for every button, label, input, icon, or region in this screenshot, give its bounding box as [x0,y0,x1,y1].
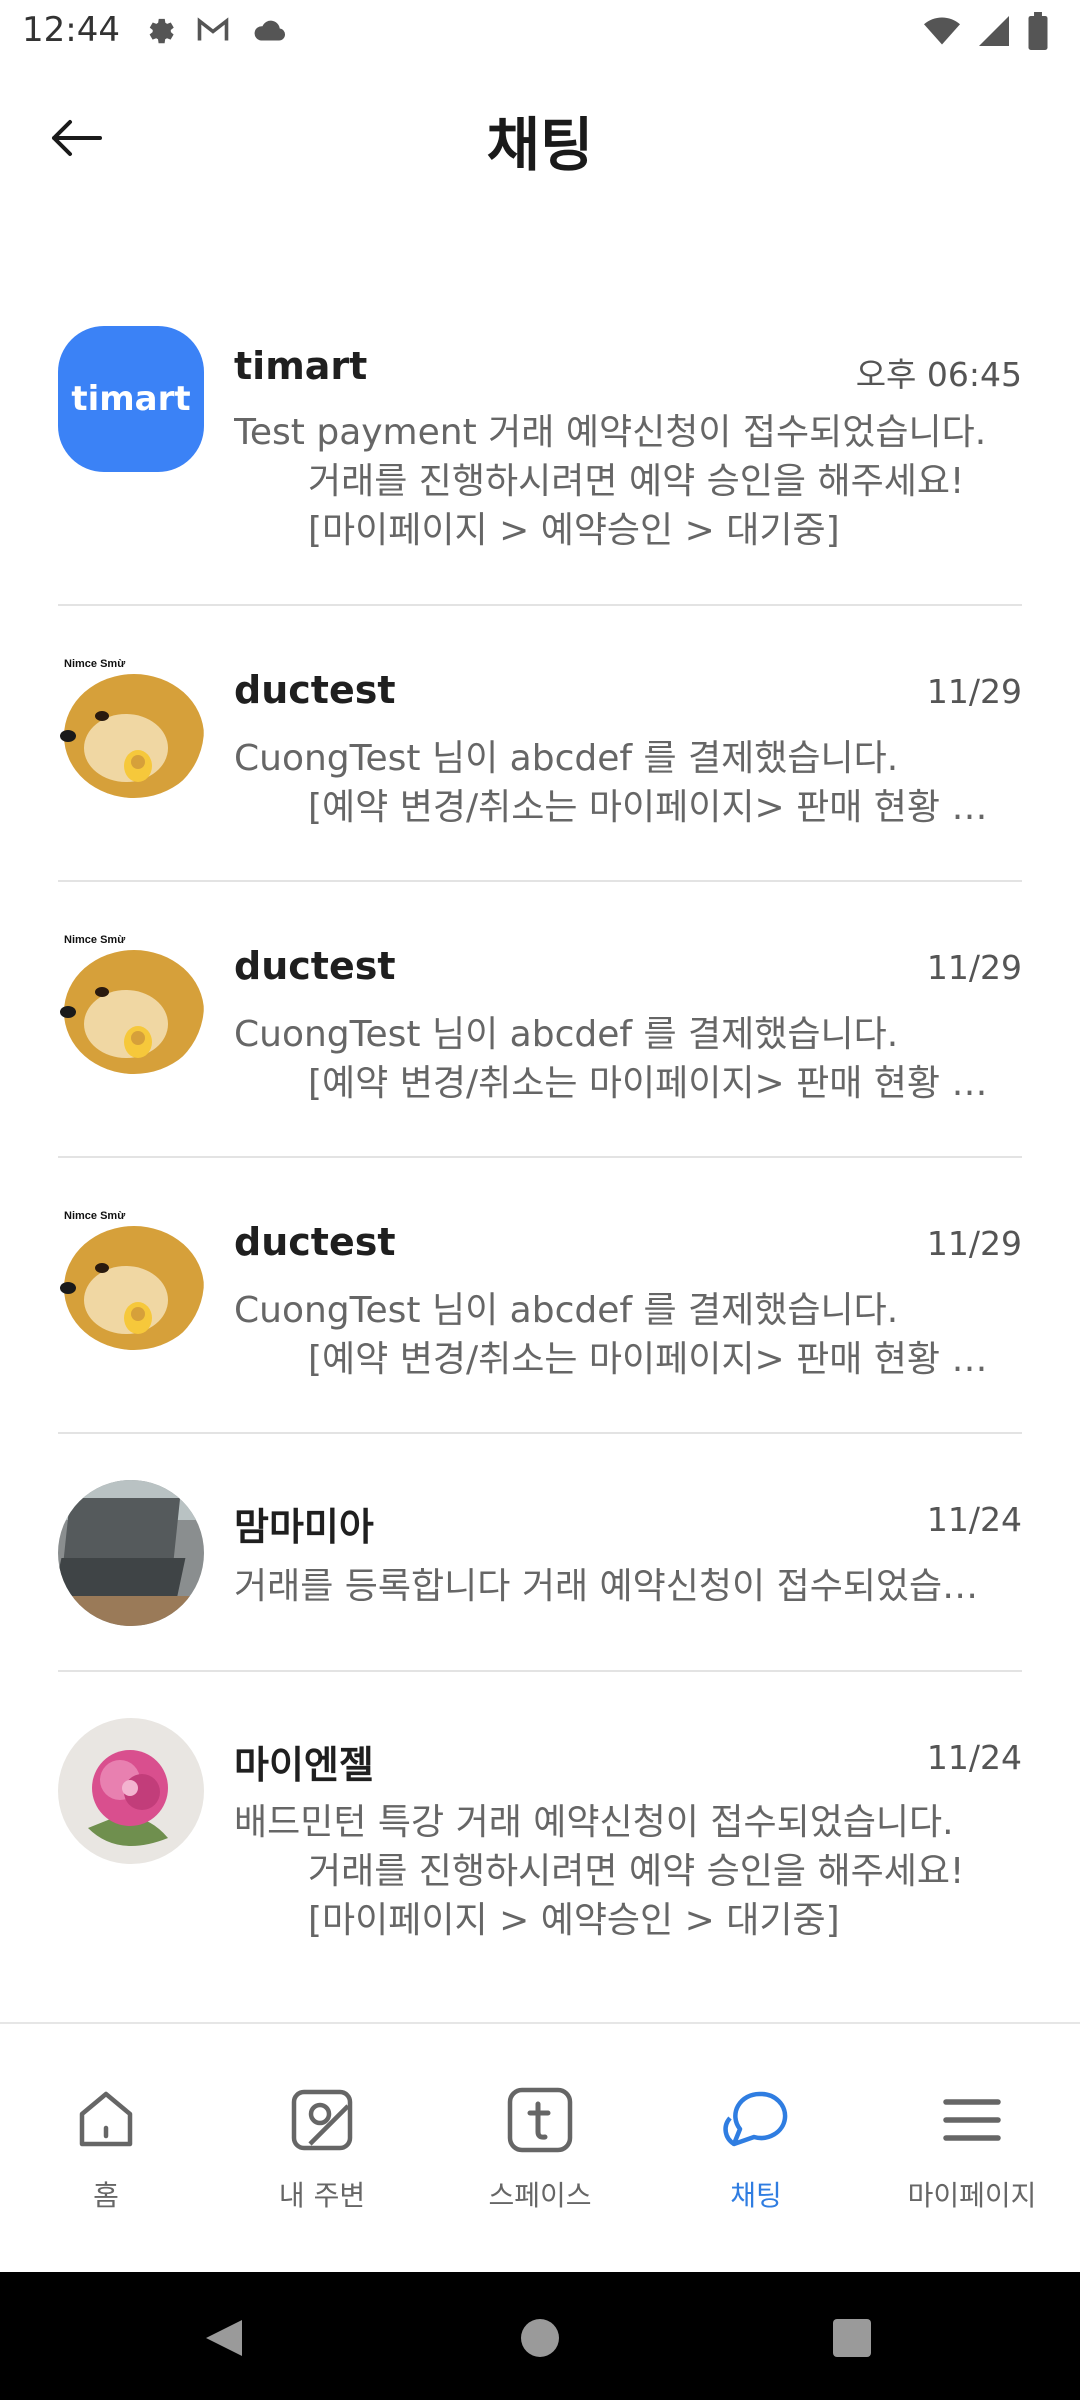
chat-item[interactable]: 맘마미아 11/24 거래를 등록합니다 거래 예약신청이 접수되었습… [58,1434,1022,1672]
chat-item[interactable]: 마이엔젤 11/24 배드민턴 특강 거래 예약신청이 접수되었습니다. 거래를… [58,1672,1022,2002]
chat-list: timart timart 오후 06:45 Test payment 거래 예… [58,300,1022,2002]
avatar-shiba-meme: Nimce Smừ [58,932,204,1078]
chat-message: Test payment 거래 예약신청이 접수되었습니다. 거래를 진행하시려… [234,408,1024,555]
map-icon [291,2089,353,2151]
avatar-caption: Nimce Smừ [64,1210,125,1222]
chat-item[interactable]: timart timart 오후 06:45 Test payment 거래 예… [58,300,1022,606]
system-nav-bar [0,2272,1080,2400]
chat-item[interactable]: Nimce Smừ ductest 11/29 CuongTest 님이 abc… [58,1158,1022,1434]
nav-item-home[interactable]: 홈 [16,2084,196,2214]
message-line: 거래를 진행하시려면 예약 승인을 해주세요! [308,461,965,502]
chat-name: ductest [234,944,396,988]
home-icon [79,2091,133,2147]
status-icons-right [922,12,1050,50]
nav-label: 마이페이지 [907,2179,1037,2212]
avatar-caption: Nimce Smừ [64,658,125,670]
nav-label: 채팅 [730,2179,782,2212]
chat-name: ductest [234,668,396,712]
status-time: 12:44 [22,10,120,50]
chat-time: 11/24 [926,1500,1022,1539]
chat-message: 배드민턴 특강 거래 예약신청이 접수되었습니다. 거래를 진행하시려면 예약 … [234,1798,1024,1945]
message-line: [예약 변경/취소는 마이페이지> 판매 현황 … [308,1339,988,1380]
chat-message: CuongTest 님이 abcdef 를 결제했습니다. [예약 변경/취소는… [234,734,1024,832]
nav-item-mypage[interactable]: 마이페이지 [882,2084,1062,2214]
avatar-shiba-meme: Nimce Smừ [58,1208,204,1354]
bottom-nav: 홈 내 주변 스페이스 채팅 마이페이지 [0,2022,1080,2274]
chat-item[interactable]: Nimce Smừ ductest 11/29 CuongTest 님이 abc… [58,606,1022,882]
chat-name: 맘마미아 [234,1505,374,1549]
wifi-icon [924,17,960,45]
nav-label: 스페이스 [488,2179,592,2212]
chat-message: CuongTest 님이 abcdef 를 결제했습니다. [예약 변경/취소는… [234,1010,1024,1108]
chat-icon [723,2091,788,2147]
message-line: [마이페이지 > 예약승인 > 대기중] [308,510,840,551]
recents-square-icon[interactable] [830,2316,874,2360]
chat-name: timart [234,344,368,388]
avatar-shiba-meme: Nimce Smừ [58,656,204,802]
gear-icon [149,18,174,44]
header: 채팅 [0,62,1080,212]
nav-label: 내 주변 [278,2179,366,2212]
cloud-icon [254,20,286,41]
signal-icon [979,16,1009,46]
message-line: CuongTest 님이 abcdef 를 결제했습니다. [234,738,899,779]
gmail-icon [197,17,229,41]
message-line: [마이페이지 > 예약승인 > 대기중] [308,1900,840,1941]
status-icons-left [140,12,290,48]
message-line: [예약 변경/취소는 마이페이지> 판매 현황 … [308,1063,988,1104]
message-line: Test payment 거래 예약신청이 접수되었습니다. [234,412,987,453]
message-line: 거래를 진행하시려면 예약 승인을 해주세요! [308,1851,965,1892]
avatar-laptop-photo [58,1480,204,1626]
back-triangle-icon[interactable] [202,2316,246,2360]
chat-time: 11/29 [926,948,1022,987]
avatar-peony-photo [58,1718,204,1864]
avatar-caption: Nimce Smừ [64,934,125,946]
message-line: [예약 변경/취소는 마이페이지> 판매 현황 … [308,787,988,828]
chat-message: CuongTest 님이 abcdef 를 결제했습니다. [예약 변경/취소는… [234,1286,1024,1384]
chat-time: 오후 06:45 [855,355,1022,394]
message-line: CuongTest 님이 abcdef 를 결제했습니다. [234,1014,899,1055]
nav-item-chat[interactable]: 채팅 [666,2084,846,2214]
chat-name: 마이엔젤 [234,1743,374,1787]
chat-message: 거래를 등록합니다 거래 예약신청이 접수되었습… [234,1562,1024,1611]
message-line: 배드민턴 특강 거래 예약신청이 접수되었습니다. [234,1802,954,1843]
space-icon [507,2087,573,2153]
nav-label: 홈 [93,2179,119,2212]
battery-icon [1028,12,1048,50]
logo-text: timart [71,379,191,419]
avatar-timart-logo: timart [58,326,204,472]
page-title: 채팅 [486,111,594,179]
chat-time: 11/29 [926,1224,1022,1263]
chat-name: ductest [234,1220,396,1264]
chat-time: 11/29 [926,672,1022,711]
message-line: CuongTest 님이 abcdef 를 결제했습니다. [234,1290,899,1331]
nav-item-space[interactable]: 스페이스 [450,2084,630,2214]
status-bar: 12:44 [0,0,1080,62]
home-circle-icon[interactable] [518,2316,562,2360]
message-line: 거래를 등록합니다 거래 예약신청이 접수되었습… [234,1566,979,1607]
chat-item[interactable]: Nimce Smừ ductest 11/29 CuongTest 님이 abc… [58,882,1022,1158]
nav-item-nearby[interactable]: 내 주변 [232,2084,412,2214]
menu-icon [943,2099,1001,2141]
chat-time: 11/24 [926,1738,1022,1777]
